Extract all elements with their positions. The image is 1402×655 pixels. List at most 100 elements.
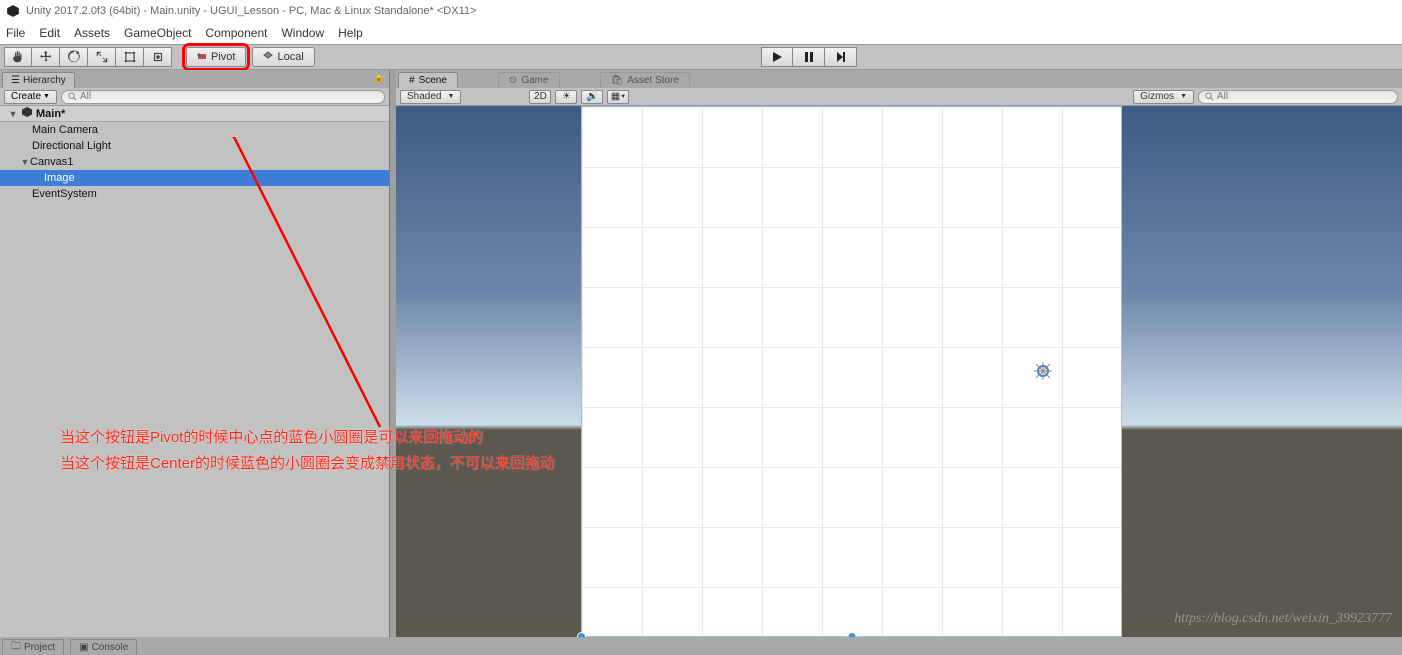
draw-mode-dropdown[interactable]: Shaded ▼ <box>400 90 461 104</box>
menu-file[interactable]: File <box>6 26 25 40</box>
lighting-toggle-button[interactable]: ☀ <box>555 90 577 104</box>
play-button[interactable] <box>761 47 793 67</box>
hierarchy-item-label: Main Camera <box>32 124 98 136</box>
gizmos-label: Gizmos <box>1140 91 1174 102</box>
hierarchy-tree: ▼Main* Main Camera Directional Light ▼Ca… <box>0 106 389 637</box>
menu-edit[interactable]: Edit <box>39 26 60 40</box>
chevron-down-icon: ▼ <box>1180 93 1187 100</box>
scene-search-placeholder: All <box>1217 91 1228 102</box>
unity-scene-icon <box>21 106 33 121</box>
audio-toggle-button[interactable]: 🔊 <box>581 90 603 104</box>
search-icon <box>68 92 77 101</box>
bottom-tab-bar: 🗀Project ▣ Console <box>0 637 1402 655</box>
create-label: Create <box>11 91 41 102</box>
scene-panel: # Scene ⊙ Game 🛍Asset Store Shaded ▼ 2D ☀ 🔊… <box>396 70 1402 637</box>
scene-tab[interactable]: # Scene <box>398 72 458 88</box>
hand-tool-button[interactable] <box>4 47 32 67</box>
project-tab[interactable]: 🗀Project <box>2 639 64 655</box>
transform-tool-button[interactable] <box>144 47 172 67</box>
rect-tool-button[interactable] <box>116 47 144 67</box>
viewport-background-right <box>1122 106 1402 637</box>
viewport-background-left <box>396 106 581 637</box>
scene-search-input[interactable]: All <box>1198 90 1398 104</box>
expand-icon[interactable]: ▼ <box>20 157 30 167</box>
image-icon: ▦ <box>611 91 620 102</box>
unity-logo-icon <box>6 4 20 18</box>
search-icon <box>1205 92 1214 101</box>
console-icon: ▣ <box>79 642 88 653</box>
game-tab-label: Game <box>521 75 548 86</box>
local-icon <box>263 51 273 64</box>
folder-icon: 🗀 <box>11 639 21 655</box>
hierarchy-item-eventsystem[interactable]: EventSystem <box>0 186 389 202</box>
chevron-down-icon: ▼ <box>43 93 50 100</box>
local-label: Local <box>277 51 303 63</box>
sun-icon: ☀ <box>562 91 571 102</box>
asset-store-tab-label: Asset Store <box>627 75 679 86</box>
pause-button[interactable] <box>793 47 825 67</box>
hierarchy-item-directional-light[interactable]: Directional Light <box>0 138 389 154</box>
draw-mode-label: Shaded <box>407 91 441 102</box>
hierarchy-tab[interactable]: ☰ Hierarchy <box>2 72 75 88</box>
pivot-toggle-button[interactable]: Pivot <box>186 47 246 67</box>
window-titlebar: Unity 2017.2.0f3 (64bit) - Main.unity - … <box>0 0 1402 22</box>
menu-assets[interactable]: Assets <box>74 26 110 40</box>
canvas-rect[interactable] <box>581 106 1122 637</box>
hierarchy-item-label: EventSystem <box>32 188 97 200</box>
hierarchy-item-main-camera[interactable]: Main Camera <box>0 122 389 138</box>
scene-tab-bar: # Scene ⊙ Game 🛍Asset Store <box>396 70 1402 88</box>
hierarchy-scene-row[interactable]: ▼ Main* <box>0 106 389 122</box>
scene-viewport[interactable] <box>396 106 1402 637</box>
game-tab[interactable]: ⊙ Game <box>498 72 560 88</box>
menu-component[interactable]: Component <box>205 26 267 40</box>
console-tab[interactable]: ▣ Console <box>70 639 137 655</box>
create-dropdown[interactable]: Create▼ <box>4 90 57 104</box>
scene-tab-label: Scene <box>419 75 447 86</box>
game-icon: ⊙ <box>509 75 517 86</box>
panel-lock-icon[interactable]: 🔓 <box>373 72 385 83</box>
hierarchy-search-placeholder: All <box>80 91 91 102</box>
pivot-gizmo[interactable] <box>1034 362 1052 380</box>
hierarchy-search-input[interactable]: All <box>61 90 385 104</box>
selection-handle-bc[interactable] <box>847 632 856 637</box>
pivot-icon <box>197 51 207 64</box>
scene-toolbar: Shaded▼ 2D ☀ 🔊 ▦▼ Gizmos▼ All <box>396 88 1402 106</box>
hierarchy-item-label: Canvas1 <box>30 156 73 168</box>
scene-icon: # <box>409 75 415 86</box>
gizmos-dropdown[interactable]: Gizmos ▼ <box>1133 90 1194 104</box>
play-controls <box>761 47 857 67</box>
project-tab-label: Project <box>24 642 55 653</box>
main-toolbar: Pivot Local <box>0 44 1402 70</box>
hierarchy-item-label: Directional Light <box>32 140 111 152</box>
local-toggle-button[interactable]: Local <box>252 47 314 67</box>
speaker-icon: 🔊 <box>586 91 598 102</box>
hierarchy-tab-label: Hierarchy <box>23 75 66 86</box>
menu-window[interactable]: Window <box>281 26 324 40</box>
chevron-down-icon: ▼ <box>620 94 626 100</box>
asset-store-icon: 🛍 <box>611 75 624 86</box>
menu-bar: File Edit Assets GameObject Component Wi… <box>0 22 1402 44</box>
menu-help[interactable]: Help <box>338 26 363 40</box>
hierarchy-icon: ☰ <box>11 75 20 86</box>
rotate-tool-button[interactable] <box>60 47 88 67</box>
hierarchy-item-canvas1[interactable]: ▼Canvas1 <box>0 154 389 170</box>
hierarchy-item-image[interactable]: Image <box>0 170 389 186</box>
menu-gameobject[interactable]: GameObject <box>124 26 191 40</box>
expand-icon[interactable]: ▼ <box>8 109 18 119</box>
step-button[interactable] <box>825 47 857 67</box>
scale-tool-button[interactable] <box>88 47 116 67</box>
hierarchy-tab-bar: ☰ Hierarchy 🔓 <box>0 70 389 88</box>
hierarchy-item-label: Image <box>44 172 75 184</box>
move-tool-button[interactable] <box>32 47 60 67</box>
transform-tool-group <box>4 47 172 67</box>
fx-dropdown[interactable]: ▦▼ <box>607 90 629 104</box>
2d-label: 2D <box>534 91 547 102</box>
2d-toggle-button[interactable]: 2D <box>529 90 551 104</box>
chevron-down-icon: ▼ <box>447 93 454 100</box>
selection-handle-bl[interactable] <box>577 632 586 637</box>
console-tab-label: Console <box>92 642 129 653</box>
pivot-label: Pivot <box>211 51 235 63</box>
scene-name-label: Main* <box>36 108 65 120</box>
hierarchy-toolbar: Create▼ All <box>0 88 389 106</box>
asset-store-tab[interactable]: 🛍Asset Store <box>600 72 690 88</box>
